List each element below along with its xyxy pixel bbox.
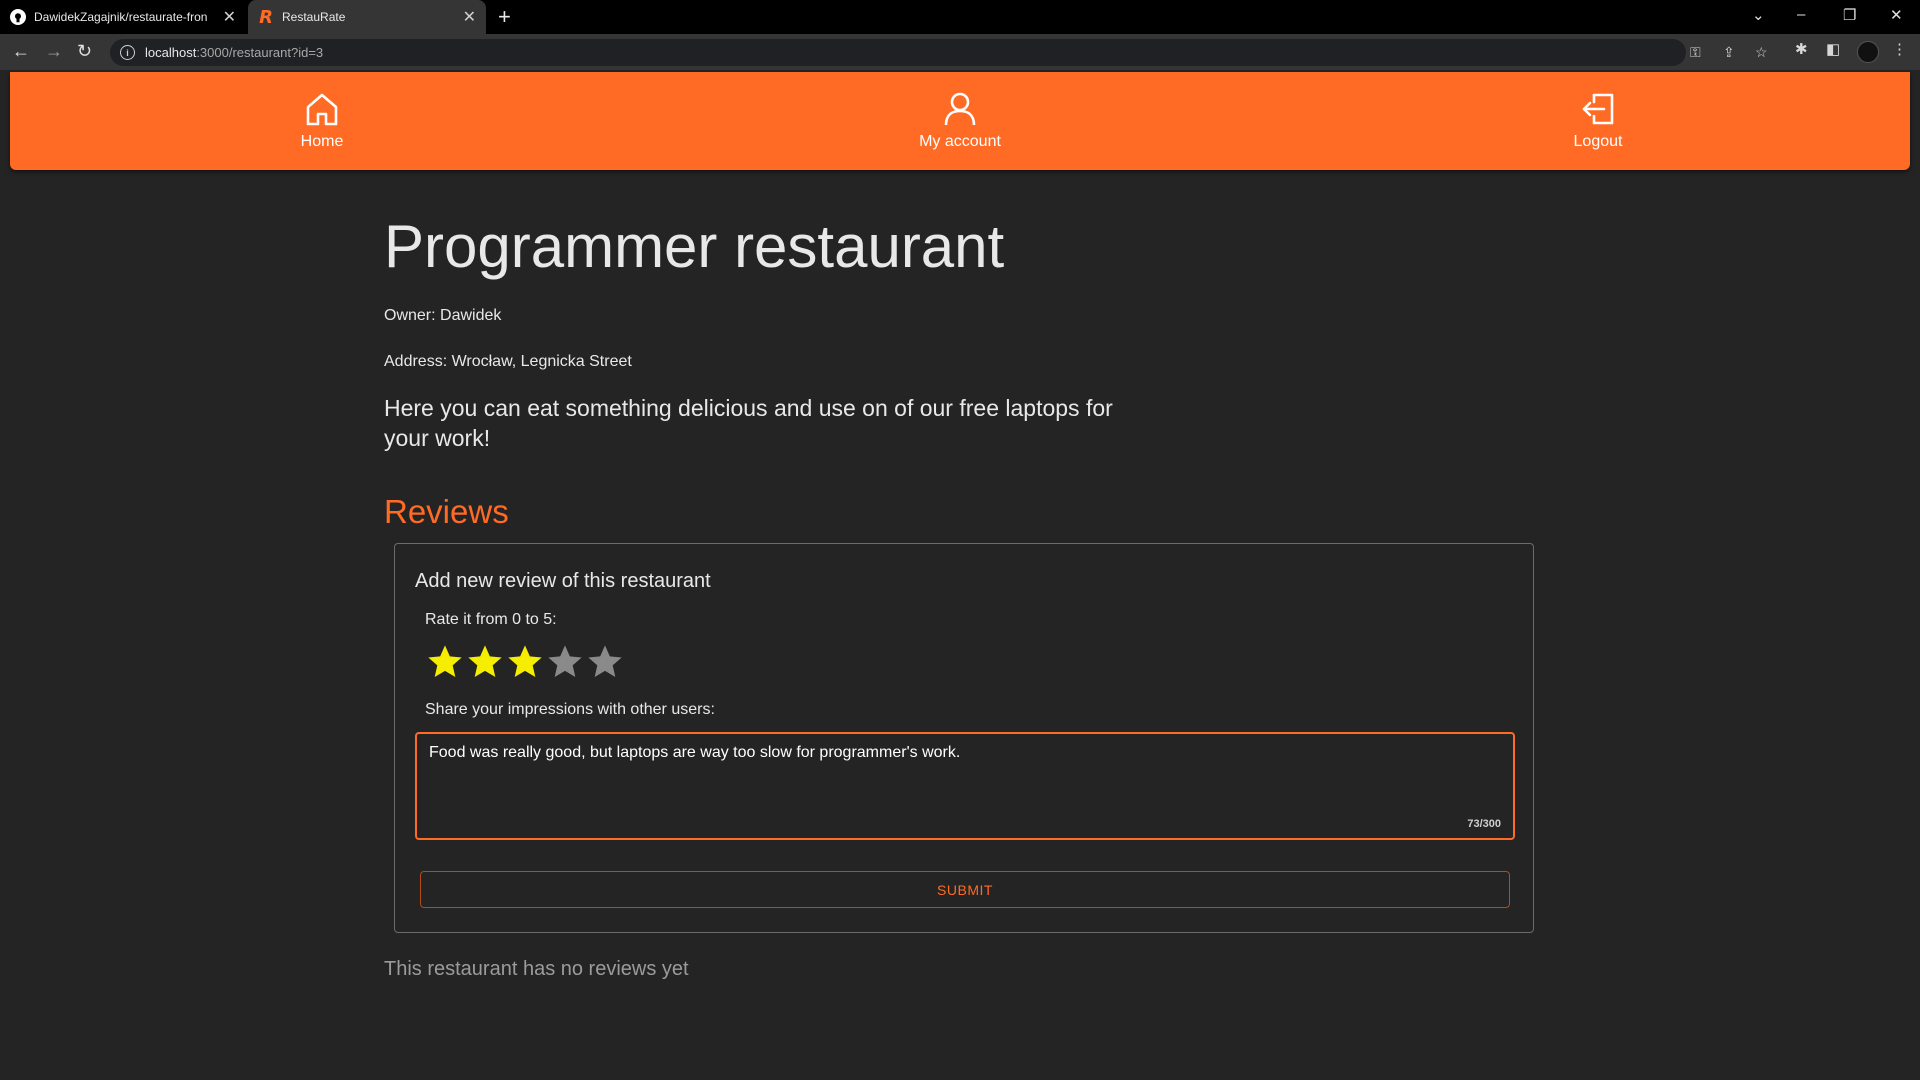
restaurate-logo-icon: R	[259, 6, 273, 28]
restore-icon[interactable]: ❐	[1843, 6, 1856, 24]
nav-logout[interactable]: Logout	[1518, 72, 1678, 170]
browser-tab-github[interactable]: DawidekZagajnik/restaurate-fron ✕	[0, 0, 246, 34]
address-bar[interactable]: i localhost:3000/restaurant?id=3 ⚿ ⇪ ☆	[110, 39, 1768, 66]
home-icon	[306, 93, 338, 126]
profile-avatar[interactable]	[1857, 41, 1879, 63]
back-icon[interactable]: ←	[12, 41, 30, 62]
forward-icon[interactable]: →	[45, 41, 63, 62]
review-text-value[interactable]: Food was really good, but laptops are wa…	[429, 744, 960, 762]
nav-account-label: My account	[919, 133, 1001, 150]
rate-label: Rate it from 0 to 5:	[425, 611, 557, 628]
impressions-label: Share your impressions with other users:	[425, 701, 715, 718]
new-tab-icon[interactable]: +	[498, 4, 511, 30]
star-icon[interactable]	[425, 642, 465, 682]
restaurant-address: Address: Wrocław, Legnicka Street	[384, 353, 632, 370]
tab-label: DawidekZagajnik/restaurate-fron	[34, 10, 208, 24]
reload-icon[interactable]: ↻	[77, 41, 92, 62]
star-icon[interactable]	[545, 642, 585, 682]
star-rating[interactable]	[425, 642, 625, 682]
review-textarea[interactable]: Food was really good, but laptops are wa…	[415, 732, 1515, 840]
side-panel-icon[interactable]: ◧	[1826, 40, 1840, 58]
add-review-title: Add new review of this restaurant	[415, 570, 711, 592]
reviews-heading: Reviews	[384, 493, 509, 530]
url-path: :3000/restaurant?id=3	[196, 45, 324, 60]
close-icon[interactable]: ✕	[463, 7, 476, 27]
browser-tab-strip: DawidekZagajnik/restaurate-fron ✕ R Rest…	[0, 0, 1920, 34]
star-icon[interactable]	[465, 642, 505, 682]
nav-home-label: Home	[300, 133, 344, 150]
close-icon[interactable]: ✕	[223, 7, 236, 27]
share-icon[interactable]: ⇪	[1723, 44, 1735, 61]
tab-search-icon[interactable]: ⌄	[1752, 6, 1765, 24]
restaurant-owner: Owner: Dawidek	[384, 307, 502, 324]
no-reviews-message: This restaurant has no reviews yet	[384, 958, 689, 980]
browser-tab-restaurate[interactable]: R RestauRate ✕	[248, 0, 486, 34]
bookmark-star-icon[interactable]: ☆	[1755, 44, 1768, 61]
nav-logout-label: Logout	[1573, 133, 1623, 150]
nav-my-account[interactable]: My account	[880, 72, 1040, 170]
logout-icon	[1582, 93, 1614, 125]
site-info-icon[interactable]: i	[120, 45, 135, 60]
minimize-icon[interactable]: –	[1797, 6, 1805, 23]
star-icon[interactable]	[585, 642, 625, 682]
window-close-icon[interactable]: ✕	[1890, 6, 1903, 24]
tab-label: RestauRate	[282, 10, 346, 24]
restaurant-description: Here you can eat something delicious and…	[384, 395, 1113, 451]
star-icon[interactable]	[505, 642, 545, 682]
browser-toolbar: ← → ↻ i localhost:3000/restaurant?id=3 ⚿…	[0, 34, 1920, 70]
nav-home[interactable]: Home	[242, 72, 402, 170]
github-icon	[10, 9, 26, 25]
user-icon	[944, 92, 976, 126]
add-review-card: Add new review of this restaurant Rate i…	[394, 543, 1534, 933]
menu-kebab-icon[interactable]: ⋮	[1892, 40, 1907, 58]
char-counter: 73/300	[1467, 818, 1501, 830]
restaurant-name: Programmer restaurant	[384, 213, 1005, 280]
app-navbar: Home My account Logout	[10, 72, 1910, 170]
url-host: localhost	[145, 45, 197, 60]
extensions-icon[interactable]: ✱	[1795, 40, 1808, 58]
key-icon[interactable]: ⚿	[1690, 44, 1701, 61]
submit-button[interactable]: SUBMIT	[420, 871, 1510, 908]
